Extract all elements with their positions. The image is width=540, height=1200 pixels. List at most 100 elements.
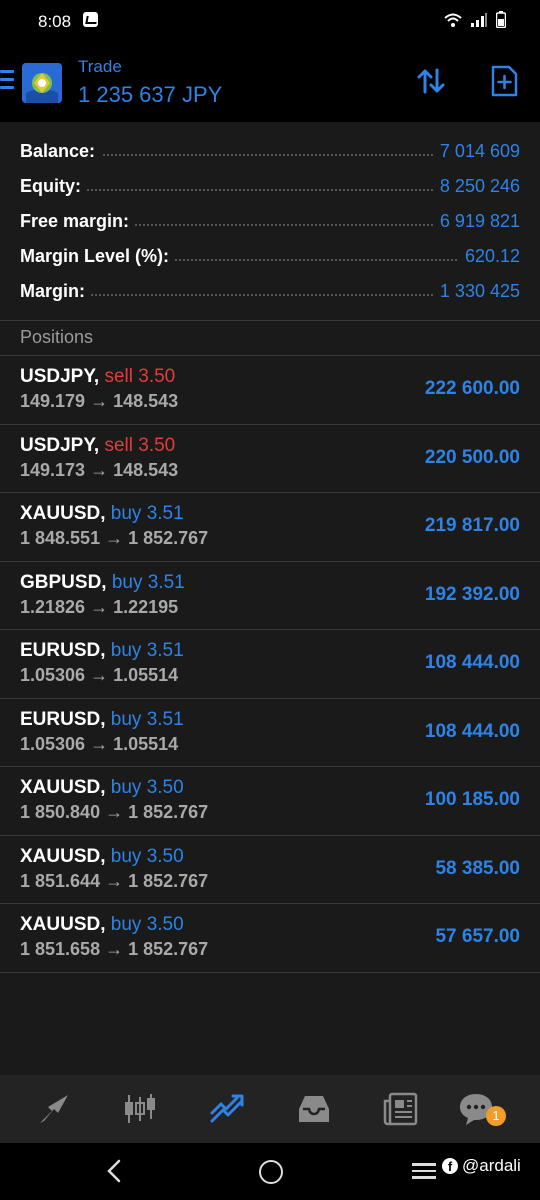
- summary-value: 7 014 609: [433, 141, 520, 162]
- position-title: XAUUSD, buy 3.50: [20, 777, 184, 799]
- summary-row-balance: Balance: 7 014 609: [0, 133, 540, 168]
- nav-trade[interactable]: [209, 1091, 245, 1127]
- position-profit: 57 657.00: [435, 926, 520, 947]
- position-title: XAUUSD, buy 3.50: [20, 846, 184, 868]
- position-row[interactable]: USDJPY, sell 3.50 149.179 → 148.543 222 …: [0, 356, 540, 425]
- nav-news[interactable]: [382, 1091, 418, 1127]
- position-title: USDJPY, sell 3.50: [20, 366, 175, 388]
- sort-icon: [417, 68, 445, 94]
- position-profit: 220 500.00: [424, 446, 520, 468]
- position-side: buy 3.50: [110, 914, 184, 935]
- positions-heading: Positions: [20, 327, 94, 347]
- position-symbol: XAUUSD,: [20, 845, 106, 867]
- positions-list: USDJPY, sell 3.50 149.179 → 148.543 222 …: [0, 356, 540, 973]
- position-prices: 149.173 → 148.543: [20, 459, 179, 480]
- recents-button[interactable]: [412, 1163, 436, 1183]
- add-document-icon: [491, 65, 518, 97]
- position-symbol: USDJPY,: [20, 434, 100, 456]
- system-nav-bar: f @ardali: [0, 1143, 540, 1200]
- position-prices: 1.05306 → 1.05514: [20, 733, 179, 754]
- nav-history[interactable]: [296, 1091, 332, 1127]
- position-prices: 1.21826 → 1.22195: [20, 596, 179, 617]
- position-side: buy 3.51: [111, 571, 185, 593]
- history-icon: [299, 1096, 329, 1122]
- position-prices: 1.05306 → 1.05514: [20, 665, 179, 685]
- position-profit: 108 444.00: [424, 652, 520, 673]
- position-side: buy 3.50: [110, 845, 184, 867]
- position-profit: 192 392.00: [424, 583, 520, 605]
- position-row[interactable]: EURUSD, buy 3.51 1.05306 → 1.05514 108 4…: [0, 630, 540, 699]
- status-bar: 8:08: [0, 0, 540, 44]
- nav-quotes[interactable]: [36, 1091, 72, 1127]
- summary-label: Margin Level (%):: [20, 246, 176, 267]
- position-side: buy 3.51: [110, 640, 184, 661]
- summary-label: Margin:: [20, 281, 91, 302]
- position-symbol: EURUSD,: [20, 640, 106, 661]
- position-symbol: XAUUSD,: [20, 914, 106, 935]
- summary-value: 1 330 425: [433, 281, 520, 302]
- nav-chart[interactable]: [122, 1091, 158, 1127]
- position-row[interactable]: EURUSD, buy 3.51 1.05306 → 1.05514 108 4…: [0, 699, 540, 767]
- back-button[interactable]: [104, 1159, 124, 1188]
- summary-label: Balance:: [20, 141, 102, 162]
- summary-value: 6 919 821: [433, 211, 520, 232]
- page-title: Trade: [78, 57, 122, 76]
- position-side: buy 3.51: [110, 503, 184, 524]
- position-symbol: USDJPY,: [20, 366, 100, 387]
- position-row[interactable]: XAUUSD, buy 3.50 1 851.644 → 1 852.767 5…: [0, 836, 540, 904]
- position-profit: 108 444.00: [424, 720, 520, 742]
- account-summary: Balance: 7 014 609 Equity: 8 250 246 Fre…: [0, 122, 540, 308]
- status-time: 8:08: [38, 12, 72, 31]
- position-title: EURUSD, buy 3.51: [20, 640, 184, 662]
- back-icon: [107, 1159, 121, 1183]
- position-title: USDJPY, sell 3.50: [20, 435, 175, 457]
- position-symbol: XAUUSD,: [20, 777, 106, 798]
- position-symbol: EURUSD,: [20, 708, 106, 730]
- chat-badge: 1: [486, 1106, 506, 1126]
- bottom-navigation: [0, 1075, 540, 1143]
- position-symbol: GBPUSD,: [20, 571, 107, 593]
- quotes-icon: [40, 1095, 68, 1123]
- position-side: buy 3.51: [110, 708, 184, 730]
- position-symbol: XAUUSD,: [20, 503, 106, 524]
- position-title: XAUUSD, buy 3.51: [20, 503, 184, 525]
- trade-icon: [210, 1094, 244, 1123]
- summary-row-margin: Margin: 1 330 425: [0, 273, 540, 308]
- battery-icon: [496, 11, 506, 28]
- position-profit: 58 385.00: [435, 857, 520, 879]
- summary-row-equity: Equity: 8 250 246: [0, 168, 540, 203]
- position-profit: 219 817.00: [424, 515, 520, 536]
- summary-value: 620.12: [458, 246, 520, 267]
- position-side: buy 3.50: [110, 777, 184, 798]
- account-balance-display: 1 235 637 JPY: [78, 82, 223, 107]
- summary-label: Equity:: [20, 176, 87, 197]
- position-row[interactable]: XAUUSD, buy 3.50 1 851.658 → 1 852.767 5…: [0, 904, 540, 973]
- position-prices: 149.179 → 148.543: [20, 391, 179, 411]
- position-side: sell 3.50: [104, 434, 176, 456]
- summary-row-free-margin: Free margin: 6 919 821: [0, 203, 540, 238]
- facebook-icon: f: [442, 1158, 458, 1174]
- new-order-button[interactable]: [487, 64, 521, 98]
- summary-value: 8 250 246: [433, 176, 520, 197]
- position-profit: 100 185.00: [424, 789, 520, 810]
- app-logo: [22, 63, 62, 103]
- wifi-icon: [444, 13, 462, 27]
- position-title: XAUUSD, buy 3.50: [20, 914, 184, 936]
- news-icon: [383, 1092, 418, 1126]
- position-title: EURUSD, buy 3.51: [20, 709, 184, 731]
- position-prices: 1 848.551 → 1 852.767: [20, 528, 209, 548]
- position-prices: 1 851.658 → 1 852.767: [20, 939, 209, 959]
- position-title: GBPUSD, buy 3.51: [20, 572, 185, 594]
- position-row[interactable]: GBPUSD, buy 3.51 1.21826 → 1.22195 192 3…: [0, 562, 540, 630]
- position-profit: 222 600.00: [424, 378, 520, 399]
- position-row[interactable]: USDJPY, sell 3.50 149.173 → 148.543 220 …: [0, 425, 540, 493]
- watermark-text: @ardali: [462, 1156, 521, 1175]
- menu-icon[interactable]: [0, 70, 14, 90]
- home-button[interactable]: [259, 1160, 283, 1184]
- sort-button[interactable]: [414, 64, 448, 98]
- position-prices: 1 851.644 → 1 852.767: [20, 870, 209, 891]
- watermark: f @ardali: [442, 1156, 521, 1176]
- position-prices: 1 850.840 → 1 852.767: [20, 802, 209, 822]
- position-row[interactable]: XAUUSD, buy 3.51 1 848.551 → 1 852.767 2…: [0, 493, 540, 562]
- position-row[interactable]: XAUUSD, buy 3.50 1 850.840 → 1 852.767 1…: [0, 767, 540, 836]
